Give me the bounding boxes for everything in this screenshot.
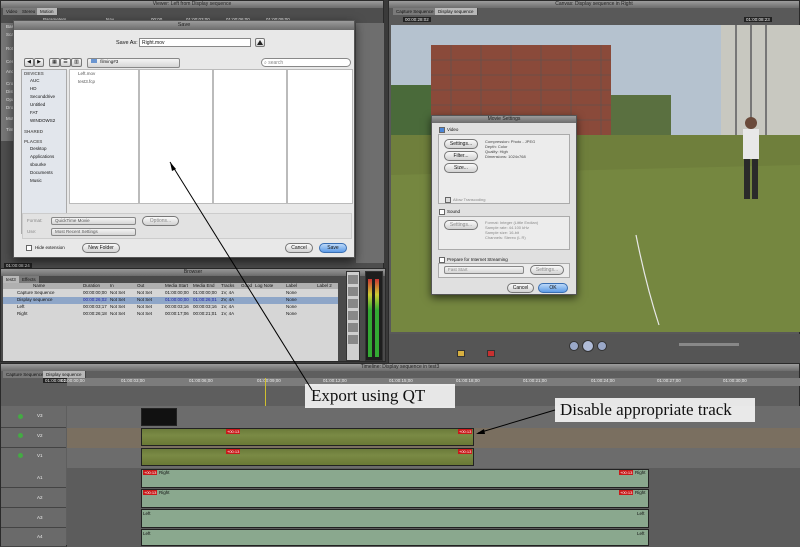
annotation-arrows (169, 161, 556, 434)
